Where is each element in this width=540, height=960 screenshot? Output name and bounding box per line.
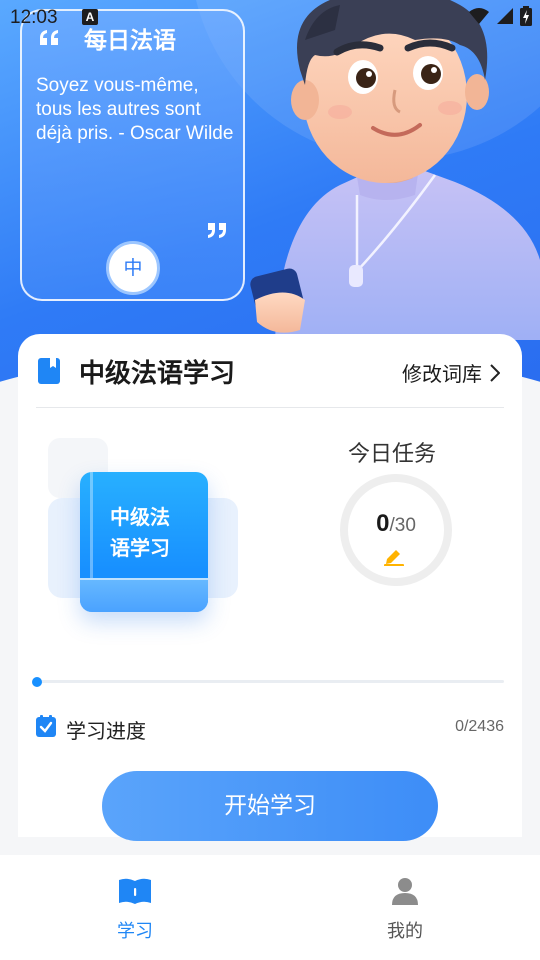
bottom-nav: 学习 我的	[0, 855, 540, 960]
change-library-label: 修改词库	[402, 362, 482, 386]
today-task-count: 0/30	[348, 510, 444, 538]
character-illustration	[250, 0, 540, 340]
book-cover-title: 中级法语学习	[110, 505, 170, 560]
book-cover-illustration: 中级法语学习	[48, 434, 248, 634]
signal-icon	[497, 8, 513, 24]
today-total-count: /30	[389, 515, 416, 536]
book-cover: 中级法语学习	[80, 472, 208, 612]
nav-label-mine: 我的	[387, 921, 423, 942]
chevron-right-icon	[490, 363, 500, 382]
wifi-icon	[469, 8, 489, 24]
change-library-button[interactable]: 修改词库	[402, 358, 500, 387]
nav-item-study[interactable]: 学习	[95, 877, 175, 943]
study-progress-row: 学习进度 0/2436	[36, 714, 504, 744]
today-task-label: 今日任务	[348, 442, 437, 467]
course-card-header: 中级法语学习 修改词库	[18, 334, 522, 408]
status-time: 12:03	[10, 7, 58, 28]
calendar-check-icon	[36, 715, 56, 737]
status-bar: 12:03 A	[0, 0, 540, 36]
book-icon	[119, 878, 151, 904]
bookmark-book-icon	[38, 358, 60, 384]
course-card: 中级法语学习 修改词库 中级法语学习 今日任务 0/30 学习进度 0/2436…	[18, 334, 522, 841]
course-title: 中级法语学习	[79, 359, 236, 389]
status-indicators	[468, 6, 532, 26]
header-divider	[36, 407, 504, 408]
daily-quote-card: 每日法语 Soyez vous-même, tous les autres so…	[20, 9, 245, 301]
nav-item-mine[interactable]: 我的	[365, 877, 445, 943]
quote-text: Soyez vous-même, tous les autres sont dé…	[36, 75, 234, 144]
study-progress-value: 0/2436	[455, 718, 504, 735]
study-progress-label: 学习进度	[66, 719, 146, 743]
book-pages	[80, 578, 208, 612]
language-toggle-button[interactable]: 中	[106, 241, 160, 295]
quote-close-icon	[208, 223, 226, 238]
battery-icon	[520, 6, 532, 26]
person-icon	[392, 878, 418, 905]
nav-label-study: 学习	[117, 921, 153, 942]
notification-icon: A	[82, 9, 98, 25]
today-task-ring: 0/30	[340, 474, 452, 586]
pencil-icon	[384, 550, 404, 566]
study-progress-indicator	[32, 676, 42, 687]
start-study-button[interactable]: 开始学习	[102, 771, 438, 841]
study-progress-bar	[32, 676, 504, 687]
today-done-count: 0	[376, 510, 390, 537]
